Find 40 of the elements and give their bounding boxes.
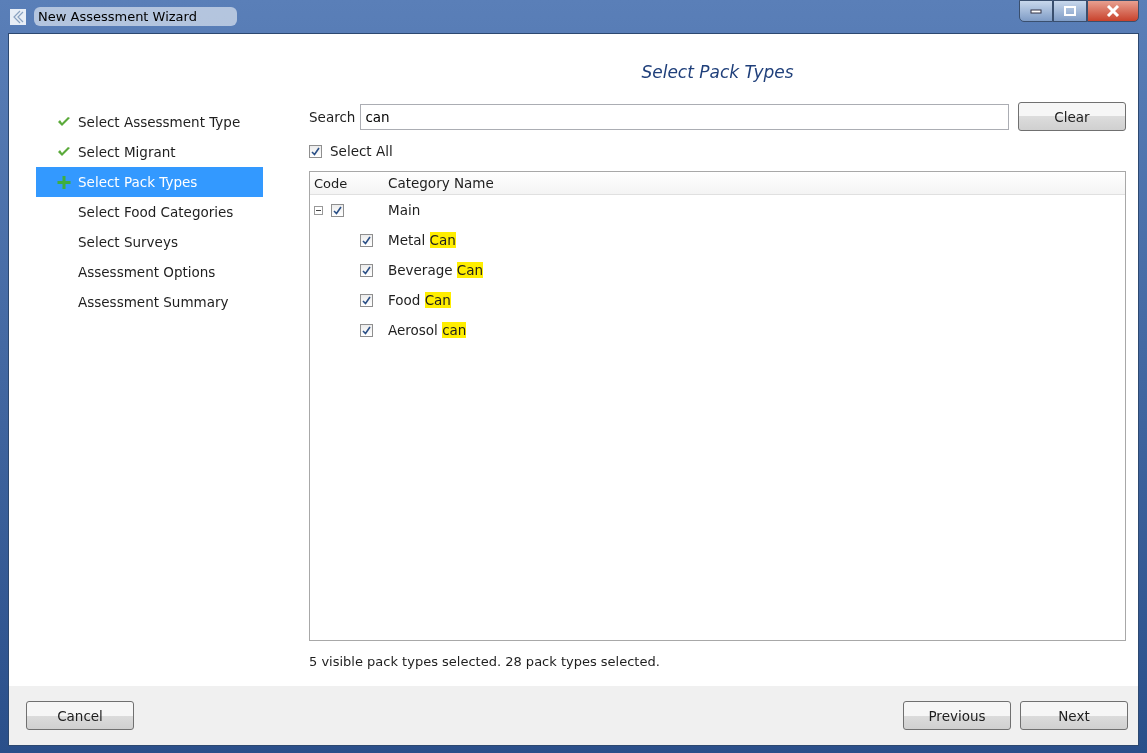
column-header[interactable]: Code <box>310 175 388 191</box>
wizard-step[interactable]: Select Assessment Type <box>36 107 263 137</box>
collapse-icon[interactable] <box>314 205 323 215</box>
select-all-checkbox[interactable] <box>309 144 322 158</box>
clear-button[interactable]: Clear <box>1018 102 1126 131</box>
minimize-button[interactable] <box>1019 0 1053 22</box>
maximize-button[interactable] <box>1053 0 1087 22</box>
status-text: 5 visible pack types selected. 28 pack types selected. <box>309 652 661 671</box>
window-title: New Assessment Wizard <box>34 7 237 26</box>
row-checkbox[interactable] <box>360 323 373 337</box>
search-field[interactable]: can <box>360 103 1009 130</box>
previous-button[interactable]: Previous <box>903 701 1011 730</box>
app-icon <box>10 8 26 25</box>
wizard-step[interactable]: Select Food Categories <box>36 197 263 227</box>
check-icon <box>57 146 71 158</box>
category-name: Beverage Can <box>388 262 484 278</box>
column-header[interactable]: Category Name <box>388 175 494 191</box>
close-button[interactable] <box>1087 0 1139 22</box>
plus-icon <box>57 175 71 189</box>
category-name: Aerosol can <box>388 322 467 338</box>
select-all-label: Select All <box>330 143 393 159</box>
cancel-button[interactable]: Cancel <box>26 701 134 730</box>
category-name: Main <box>388 202 421 218</box>
row-checkbox[interactable] <box>360 263 373 277</box>
row-checkbox[interactable] <box>360 233 373 247</box>
wizard-step[interactable]: Select Surveys <box>36 227 263 257</box>
maximize-icon <box>1064 6 1076 16</box>
wizard-step[interactable]: Select Migrant <box>36 137 263 167</box>
next-button[interactable]: Next <box>1020 701 1128 730</box>
search-label: Search <box>309 108 356 125</box>
close-icon <box>1106 5 1120 17</box>
minimize-icon <box>1030 8 1042 14</box>
wizard-step[interactable]: Assessment Options <box>36 257 263 287</box>
row-checkbox[interactable] <box>360 293 373 307</box>
category-name: Metal Can <box>388 232 456 248</box>
wizard-step[interactable]: Assessment Summary <box>36 287 263 317</box>
row-checkbox[interactable] <box>331 203 344 217</box>
category-name: Food Can <box>388 292 451 308</box>
page-heading: Select Pack Types <box>640 62 795 84</box>
check-icon <box>57 116 71 128</box>
